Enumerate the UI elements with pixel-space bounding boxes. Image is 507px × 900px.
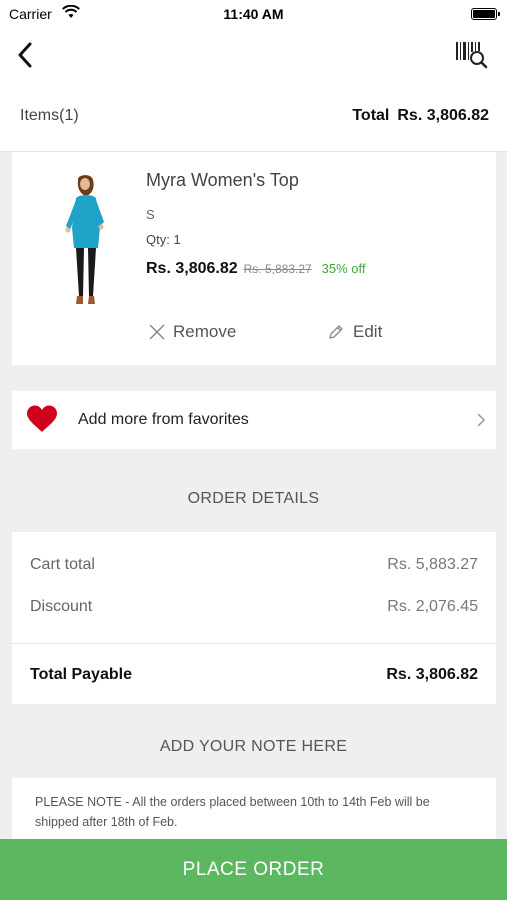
barcode-scan-button[interactable] bbox=[455, 40, 489, 70]
add-note-title[interactable]: ADD YOUR NOTE HERE bbox=[0, 738, 507, 756]
close-icon bbox=[149, 324, 165, 340]
divider bbox=[12, 643, 496, 644]
total-label: Total bbox=[352, 107, 390, 124]
cart-total-value: Rs. 5,883.27 bbox=[387, 556, 478, 573]
chevron-right-icon bbox=[477, 413, 486, 427]
heart-icon bbox=[27, 405, 57, 432]
product-size: S bbox=[146, 207, 155, 222]
product-name[interactable]: Myra Women's Top bbox=[146, 170, 299, 191]
shipping-note: PLEASE NOTE - All the orders placed betw… bbox=[35, 795, 430, 829]
remove-button[interactable]: Remove bbox=[149, 322, 236, 342]
product-discount-badge: 35% off bbox=[321, 261, 366, 276]
items-count: Items(1) bbox=[20, 107, 79, 125]
total-value: Rs. 3,806.82 bbox=[397, 107, 489, 124]
pencil-icon bbox=[329, 325, 343, 339]
product-original-price: Rs. 5,883.27 bbox=[243, 262, 312, 276]
place-order-button[interactable]: PLACE ORDER bbox=[0, 839, 507, 900]
discount-label: Discount bbox=[30, 598, 93, 615]
total-payable-value: Rs. 3,806.82 bbox=[386, 666, 478, 683]
back-arrow-icon bbox=[18, 42, 32, 68]
items-count-value: (1) bbox=[59, 107, 79, 124]
order-details-card: Cart total Rs. 5,883.27 Discount Rs. 2,0… bbox=[12, 532, 496, 704]
cart-total-row: Cart total Rs. 5,883.27 bbox=[30, 556, 478, 574]
order-details-title: ORDER DETAILS bbox=[187, 490, 320, 507]
product-qty: Qty: 1 bbox=[146, 232, 181, 247]
discount-value: Rs. 2,076.45 bbox=[387, 598, 478, 615]
cart-total: Total Rs. 3,806.82 bbox=[352, 107, 489, 125]
items-label: Items bbox=[20, 107, 60, 124]
product-card: Myra Women's Top S Qty: 1 Rs. 3,806.82 Rs… bbox=[12, 152, 496, 365]
edit-button[interactable]: Edit bbox=[327, 322, 382, 342]
clock: 11:40 AM bbox=[223, 6, 284, 22]
discount-row: Discount Rs. 2,076.45 bbox=[30, 598, 478, 616]
edit-label: Edit bbox=[353, 322, 383, 341]
total-payable-label: Total Payable bbox=[30, 666, 132, 683]
price-row: Rs. 3,806.82 Rs. 5,883.27 35% off bbox=[146, 260, 366, 278]
back-button[interactable] bbox=[12, 38, 42, 72]
battery-icon bbox=[471, 8, 500, 20]
barcode-search-icon bbox=[456, 42, 488, 69]
product-price: Rs. 3,806.82 bbox=[146, 260, 238, 277]
product-image[interactable] bbox=[52, 172, 122, 312]
cart-summary-header: Items(1) Total Rs. 3,806.82 bbox=[0, 80, 507, 152]
status-bar: Carrier 11:40 AM bbox=[0, 0, 507, 30]
remove-label: Remove bbox=[173, 322, 237, 341]
note-card: PLEASE NOTE - All the orders placed betw… bbox=[12, 778, 496, 848]
favorites-label: Add more from favorites bbox=[78, 411, 249, 428]
cart-total-label: Cart total bbox=[30, 556, 95, 573]
add-from-favorites-row[interactable]: Add more from favorites bbox=[12, 391, 496, 449]
nav-bar bbox=[0, 30, 507, 80]
total-payable-row: Total Payable Rs. 3,806.82 bbox=[30, 666, 478, 684]
